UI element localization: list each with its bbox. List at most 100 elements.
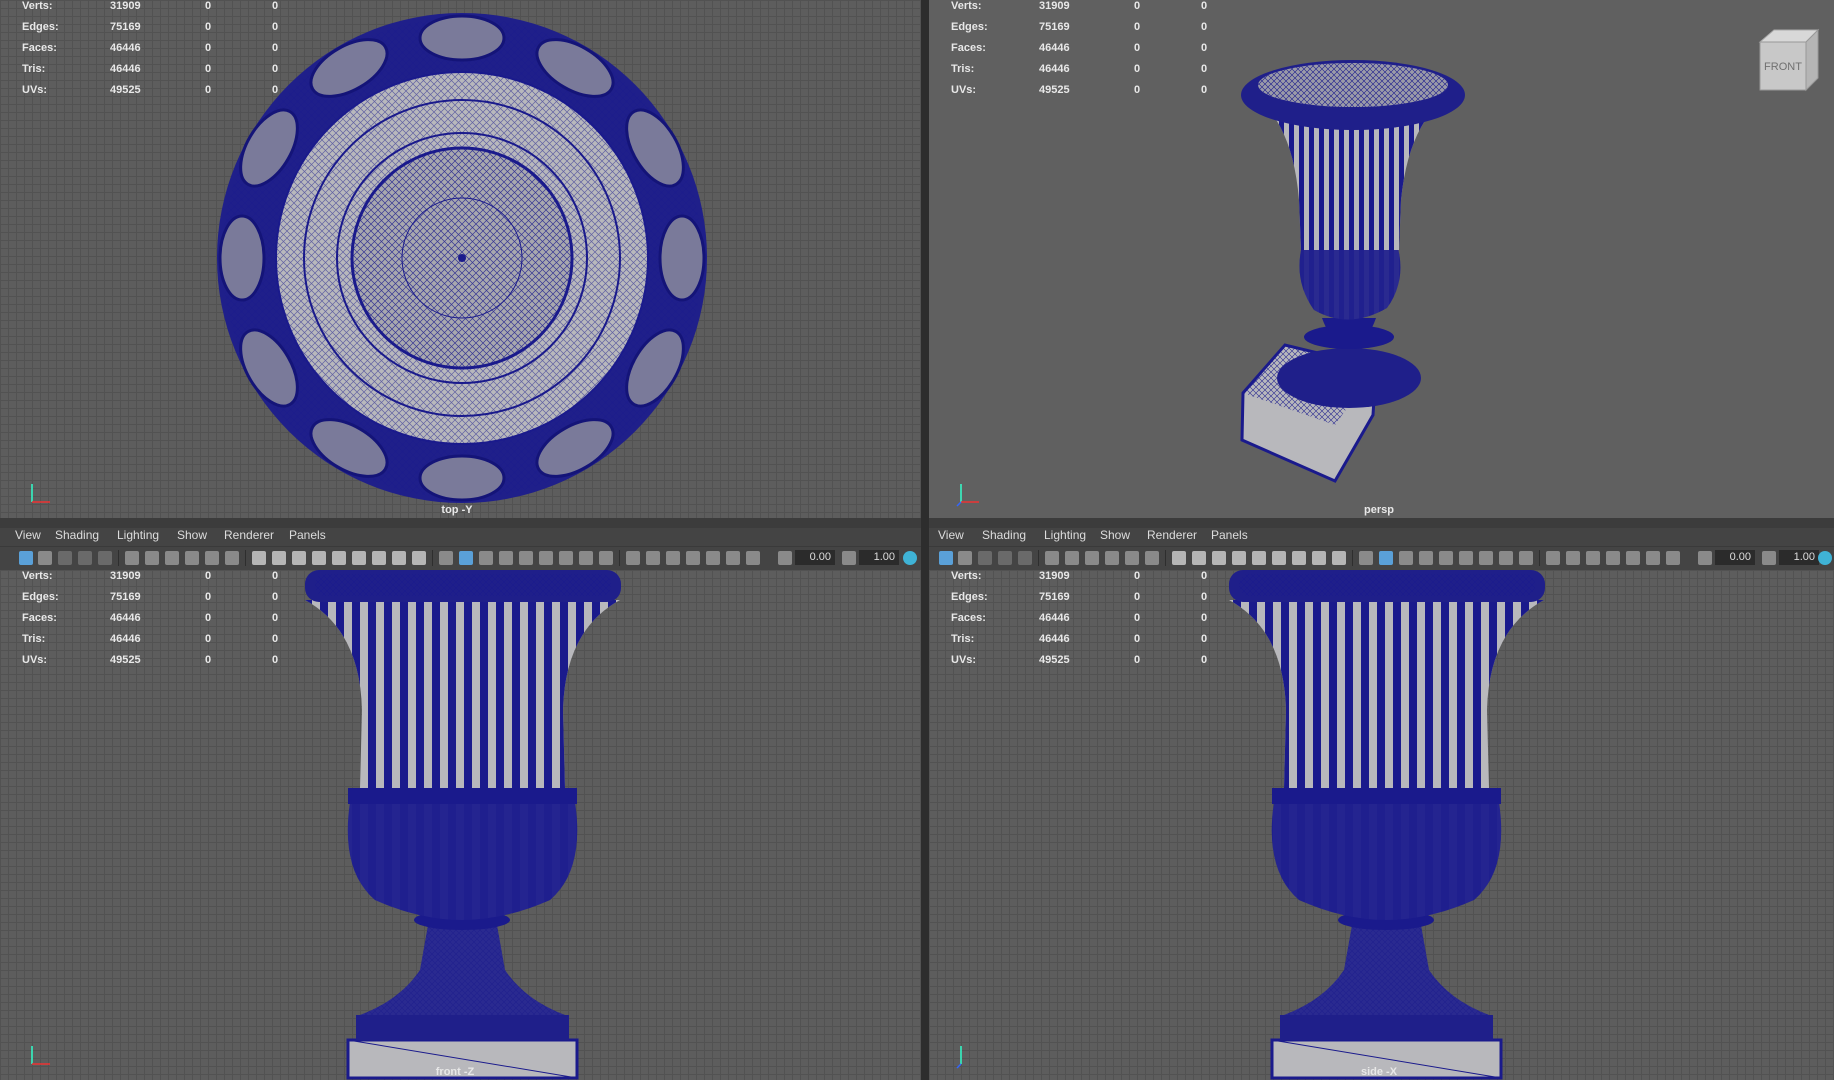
menu-panels[interactable]: Panels [1211, 528, 1248, 542]
wireframe-icon[interactable] [252, 551, 266, 565]
motion-blur-icon[interactable] [1479, 551, 1493, 565]
light-icon[interactable] [706, 551, 720, 565]
render-icon[interactable] [726, 551, 740, 565]
render-icon[interactable] [1646, 551, 1660, 565]
film-gate-icon[interactable] [185, 551, 199, 565]
image-plane-icon[interactable] [1018, 551, 1032, 565]
lock-camera-icon[interactable] [38, 551, 52, 565]
shadows-icon[interactable] [1379, 551, 1393, 565]
select-camera-icon[interactable] [939, 551, 953, 565]
color-management-icon[interactable] [903, 551, 917, 565]
grid-toggle-icon[interactable] [1085, 551, 1099, 565]
2d-pan-zoom-icon[interactable] [125, 551, 139, 565]
xray-joints-icon[interactable] [1419, 551, 1433, 565]
panel-splitter-vertical[interactable] [921, 0, 929, 1080]
select-camera-icon[interactable] [19, 551, 33, 565]
xray-icon[interactable] [479, 551, 493, 565]
safe-title-icon[interactable] [1232, 551, 1246, 565]
camera-icon[interactable] [1586, 551, 1600, 565]
use-all-lights-icon[interactable] [439, 551, 453, 565]
hud-toggle-icon[interactable] [646, 551, 660, 565]
bounding-box-icon[interactable] [372, 551, 386, 565]
shadows-icon[interactable] [459, 551, 473, 565]
grease-pencil-icon[interactable] [145, 551, 159, 565]
field-chart-icon[interactable] [272, 551, 286, 565]
safe-action-icon[interactable] [292, 551, 306, 565]
viewport-front[interactable]: Verts: 31909 0 0 Edges: 75169 0 0 Faces: 46446 0… [0, 570, 921, 1080]
anti-aliasing-icon[interactable] [579, 551, 593, 565]
exposure-field[interactable]: 0.00 [1715, 550, 1755, 565]
field-chart-icon[interactable] [1192, 551, 1206, 565]
wireframe-on-shaded-icon[interactable] [392, 551, 406, 565]
textured-icon[interactable] [412, 551, 426, 565]
lock-camera-icon[interactable] [958, 551, 972, 565]
safe-title-icon[interactable] [312, 551, 326, 565]
color-management-icon[interactable] [1818, 551, 1832, 565]
xray-active-icon[interactable] [519, 551, 533, 565]
grease-pencil-icon[interactable] [1065, 551, 1079, 565]
menu-renderer[interactable]: Renderer [224, 528, 274, 542]
depth-of-field-icon[interactable] [1519, 551, 1533, 565]
resolution-gate-icon[interactable] [205, 551, 219, 565]
gate-mask-icon[interactable] [1145, 551, 1159, 565]
hud-toggle-icon[interactable] [1566, 551, 1580, 565]
grid-toggle-icon[interactable] [165, 551, 179, 565]
cube-icon[interactable] [1606, 551, 1620, 565]
screen-space-ao-icon[interactable] [539, 551, 553, 565]
wireframe-on-shaded-icon[interactable] [1312, 551, 1326, 565]
menu-show[interactable]: Show [1100, 528, 1130, 542]
menu-view[interactable]: View [15, 528, 41, 542]
resolution-icon[interactable] [1666, 551, 1680, 565]
image-plane-icon[interactable] [98, 551, 112, 565]
cube-icon[interactable] [686, 551, 700, 565]
viewport-top[interactable]: Verts: 31909 0 0 Edges: 75169 0 0 Faces: 46446 0… [0, 0, 921, 518]
menu-lighting[interactable]: Lighting [1044, 528, 1086, 542]
smooth-shade-icon[interactable] [1252, 551, 1266, 565]
menu-shading[interactable]: Shading [982, 528, 1026, 542]
flat-shade-icon[interactable] [352, 551, 366, 565]
use-all-lights-icon[interactable] [1359, 551, 1373, 565]
camera-icon[interactable] [666, 551, 680, 565]
film-gate-icon[interactable] [1105, 551, 1119, 565]
flat-shade-icon[interactable] [1272, 551, 1286, 565]
2d-pan-zoom-icon[interactable] [1045, 551, 1059, 565]
resolution-icon[interactable] [746, 551, 760, 565]
camera-attributes-icon[interactable] [978, 551, 992, 565]
viewport-side[interactable]: Verts: 31909 0 0 Edges: 75169 0 0 Faces: 46446 0… [929, 570, 1834, 1080]
menu-view[interactable]: View [938, 528, 964, 542]
exposure-icon[interactable] [778, 551, 792, 565]
menu-panels[interactable]: Panels [289, 528, 326, 542]
smooth-shade-icon[interactable] [332, 551, 346, 565]
safe-action-icon[interactable] [1212, 551, 1226, 565]
motion-blur-icon[interactable] [559, 551, 573, 565]
gate-mask-icon[interactable] [225, 551, 239, 565]
menu-lighting[interactable]: Lighting [117, 528, 159, 542]
wireframe-icon[interactable] [1172, 551, 1186, 565]
menu-show[interactable]: Show [177, 528, 207, 542]
gamma-field[interactable]: 1.00 [1779, 550, 1819, 565]
exposure-field[interactable]: 0.00 [795, 550, 835, 565]
gamma-icon[interactable] [842, 551, 856, 565]
bookmarks-icon[interactable] [78, 551, 92, 565]
screen-space-ao-icon[interactable] [1459, 551, 1473, 565]
bookmarks-icon[interactable] [998, 551, 1012, 565]
xray-joints-icon[interactable] [499, 551, 513, 565]
textured-icon[interactable] [1332, 551, 1346, 565]
isolate-select-icon[interactable] [1546, 551, 1560, 565]
resolution-gate-icon[interactable] [1125, 551, 1139, 565]
panel-splitter-horizontal[interactable] [0, 518, 1834, 528]
bounding-box-icon[interactable] [1292, 551, 1306, 565]
gamma-field[interactable]: 1.00 [859, 550, 899, 565]
anti-aliasing-icon[interactable] [1499, 551, 1513, 565]
menu-shading[interactable]: Shading [55, 528, 99, 542]
camera-attributes-icon[interactable] [58, 551, 72, 565]
light-icon[interactable] [1626, 551, 1640, 565]
xray-icon[interactable] [1399, 551, 1413, 565]
view-cube[interactable]: FRONT [1756, 26, 1822, 94]
exposure-icon[interactable] [1698, 551, 1712, 565]
xray-active-icon[interactable] [1439, 551, 1453, 565]
gamma-icon[interactable] [1762, 551, 1776, 565]
menu-renderer[interactable]: Renderer [1147, 528, 1197, 542]
viewport-persp[interactable]: Verts: 31909 0 0 Edges: 75169 0 0 Faces: 46446 0… [929, 0, 1834, 518]
depth-of-field-icon[interactable] [599, 551, 613, 565]
